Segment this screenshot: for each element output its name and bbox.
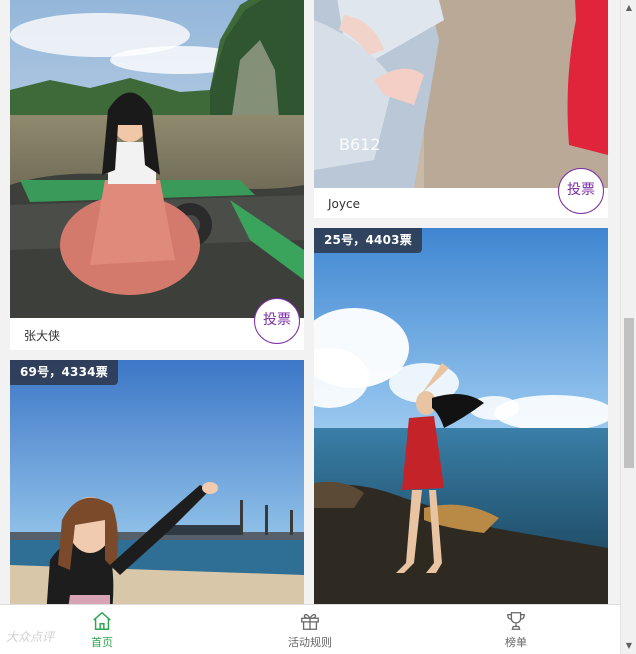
tab-activity-rules[interactable]: 活动规则: [276, 605, 344, 654]
entry-photo[interactable]: B612: [314, 0, 608, 188]
entry-card[interactable]: 25号，4403票: [314, 228, 608, 604]
vote-count-badge: 69号，4334票: [10, 360, 118, 385]
tab-leaderboard[interactable]: 榜单: [486, 605, 546, 654]
entry-name: 张大侠: [24, 329, 61, 343]
vote-button[interactable]: 投票: [558, 168, 604, 214]
tab-home[interactable]: 首页: [70, 605, 134, 654]
entry-card[interactable]: 69号，4334票: [10, 360, 304, 604]
entry-photo[interactable]: [10, 0, 304, 318]
scroll-down-arrow-icon[interactable]: ▼: [621, 638, 636, 654]
entry-photo[interactable]: [10, 360, 304, 604]
svg-text:B612: B612: [339, 135, 381, 154]
scroll-thumb[interactable]: [624, 318, 634, 468]
entry-card[interactable]: 张大侠 投票: [10, 0, 304, 350]
trophy-icon: [507, 612, 525, 630]
tab-label: 榜单: [505, 636, 527, 649]
bottom-tab-bar: 首页 活动规则 榜单: [0, 604, 620, 654]
watermark-logo: 大众点评: [6, 630, 55, 644]
entry-photo[interactable]: [314, 228, 608, 604]
home-icon: [93, 611, 111, 630]
photo-feed[interactable]: 张大侠 投票 B612 Joyce 投票 25号，4403票 69号，4334票: [0, 0, 620, 604]
entry-card[interactable]: B612 Joyce 投票: [314, 0, 608, 218]
vote-count-badge: 25号，4403票: [314, 228, 422, 253]
tab-label: 活动规则: [288, 636, 332, 649]
tab-label: 首页: [91, 636, 113, 649]
vote-button[interactable]: 投票: [254, 298, 300, 344]
scrollbar[interactable]: ▲ ▼: [620, 0, 636, 654]
scroll-up-arrow-icon[interactable]: ▲: [621, 0, 636, 16]
gift-icon: [301, 613, 319, 630]
entry-name: Joyce: [328, 197, 360, 211]
